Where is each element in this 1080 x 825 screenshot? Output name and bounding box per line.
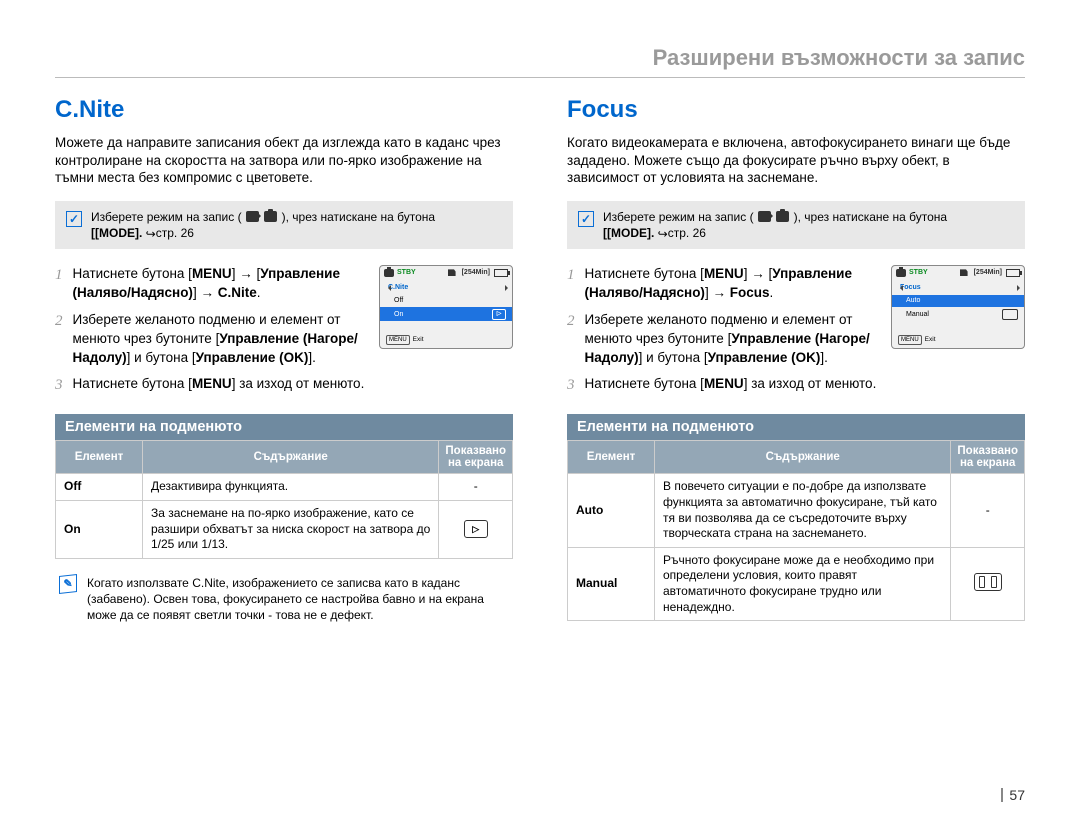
submenu-heading-focus: Елементи на подменюто bbox=[567, 414, 1025, 440]
step-2: 2 Изберете желаното подменю и елемент от… bbox=[55, 311, 365, 368]
section-title-cnite: C.Nite bbox=[55, 96, 513, 124]
cnite-on-icon: ▷ bbox=[464, 520, 488, 538]
table-row: Off Дезактивира функцията. - bbox=[56, 474, 513, 501]
ss-exit: MENU Exit bbox=[898, 335, 936, 345]
steps-focus: 1 Натиснете бутона [MENU] → [Управление … bbox=[567, 265, 1025, 404]
th-element: Елемент bbox=[56, 441, 143, 474]
ss-card-icon bbox=[448, 269, 456, 276]
ss-card-icon bbox=[960, 269, 968, 276]
intro-cnite: Можете да направите записания обект да и… bbox=[55, 134, 513, 187]
step-1: 1 Натиснете бутона [MENU] → [Управление … bbox=[567, 265, 877, 303]
lcd-screenshot-focus: STBY [254Min] Focus bbox=[891, 265, 1025, 349]
submenu-table-cnite: Елемент Съдържание Показвано на екрана O… bbox=[55, 440, 513, 558]
note-icon: ✎ bbox=[59, 575, 77, 593]
ss-cnite-icon: ▷ bbox=[492, 309, 506, 320]
check-icon: ✓ bbox=[65, 210, 83, 228]
ss-row-on-selected: On ▷ bbox=[380, 307, 512, 321]
photo-mode-icon bbox=[776, 211, 789, 222]
ss-exit: MENU Exit bbox=[386, 335, 424, 345]
table-row: Auto В повечето ситуации е по-добре да и… bbox=[568, 474, 1025, 547]
ss-row-manual: Manual bbox=[892, 307, 1024, 321]
table-row: On За заснемане на по-ярко изображение, … bbox=[56, 501, 513, 559]
manual-focus-icon bbox=[974, 573, 1002, 591]
ss-battery-icon bbox=[1006, 269, 1020, 277]
mode-tip-text: Изберете режим на запис ( ), чрез натиск… bbox=[603, 209, 947, 241]
mode-tip-focus: ✓ Изберете режим на запис ( ), чрез нати… bbox=[567, 201, 1025, 249]
note-cnite: ✎ Когато използвате C.Nite, изображениет… bbox=[55, 575, 513, 624]
th-content: Съдържание bbox=[143, 441, 439, 474]
intro-focus: Когато видеокамерата е включена, автофок… bbox=[567, 134, 1025, 187]
ss-menu-title: C.Nite bbox=[380, 282, 512, 295]
video-mode-icon bbox=[758, 211, 771, 222]
mode-tip-text: Изберете режим на запис ( ), чрез натиск… bbox=[91, 209, 435, 241]
section-title-focus: Focus bbox=[567, 96, 1025, 124]
video-mode-icon bbox=[246, 211, 259, 222]
th-element: Елемент bbox=[568, 441, 655, 474]
th-display: Показвано на екрана bbox=[951, 441, 1025, 474]
column-cnite: C.Nite Можете да направите записания обе… bbox=[55, 96, 513, 623]
table-row: Manual Ръчното фокусиране може да е необ… bbox=[568, 547, 1025, 620]
ss-stby: STBY bbox=[397, 268, 416, 278]
page-ref-icon: ↪ bbox=[658, 226, 668, 242]
check-icon: ✓ bbox=[577, 210, 595, 228]
mode-tip-cnite: ✓ Изберете режим на запис ( ), чрез нати… bbox=[55, 201, 513, 249]
th-content: Съдържание bbox=[655, 441, 951, 474]
ss-time: [254Min] bbox=[974, 268, 1002, 278]
step-1: 1 Натиснете бутона [MENU] → [Управление … bbox=[55, 265, 365, 303]
steps-cnite: 1 Натиснете бутона [MENU] → [Управление … bbox=[55, 265, 513, 404]
ss-manual-focus-icon bbox=[1002, 309, 1018, 320]
step-2: 2 Изберете желаното подменю и елемент от… bbox=[567, 311, 877, 368]
ss-stby: STBY bbox=[909, 268, 928, 278]
step-3: 3 Натиснете бутона [MENU] за изход от ме… bbox=[55, 375, 365, 396]
page-number: 57 bbox=[1001, 787, 1025, 803]
ss-time: [254Min] bbox=[462, 268, 490, 278]
th-display: Показвано на екрана bbox=[439, 441, 513, 474]
column-focus: Focus Когато видеокамерата е включена, а… bbox=[567, 96, 1025, 623]
two-column-layout: C.Nite Можете да направите записания обе… bbox=[55, 96, 1025, 623]
ss-mode-icon bbox=[896, 269, 906, 277]
submenu-heading-cnite: Елементи на подменюто bbox=[55, 414, 513, 440]
page-ref-icon: ↪ bbox=[146, 226, 156, 242]
ss-menu-title: Focus bbox=[892, 282, 1024, 295]
manual-page: Разширени възможности за запис C.Nite Мо… bbox=[0, 0, 1080, 825]
ss-mode-icon bbox=[384, 269, 394, 277]
step-3: 3 Натиснете бутона [MENU] за изход от ме… bbox=[567, 375, 877, 396]
lcd-screenshot-cnite: STBY [254Min] C.Nite bbox=[379, 265, 513, 349]
photo-mode-icon bbox=[264, 211, 277, 222]
ss-row-auto-selected: Auto bbox=[892, 295, 1024, 308]
ss-battery-icon bbox=[494, 269, 508, 277]
submenu-table-focus: Елемент Съдържание Показвано на екрана A… bbox=[567, 440, 1025, 621]
ss-row-off: Off bbox=[380, 295, 512, 308]
chapter-title: Разширени възможности за запис bbox=[55, 45, 1025, 78]
